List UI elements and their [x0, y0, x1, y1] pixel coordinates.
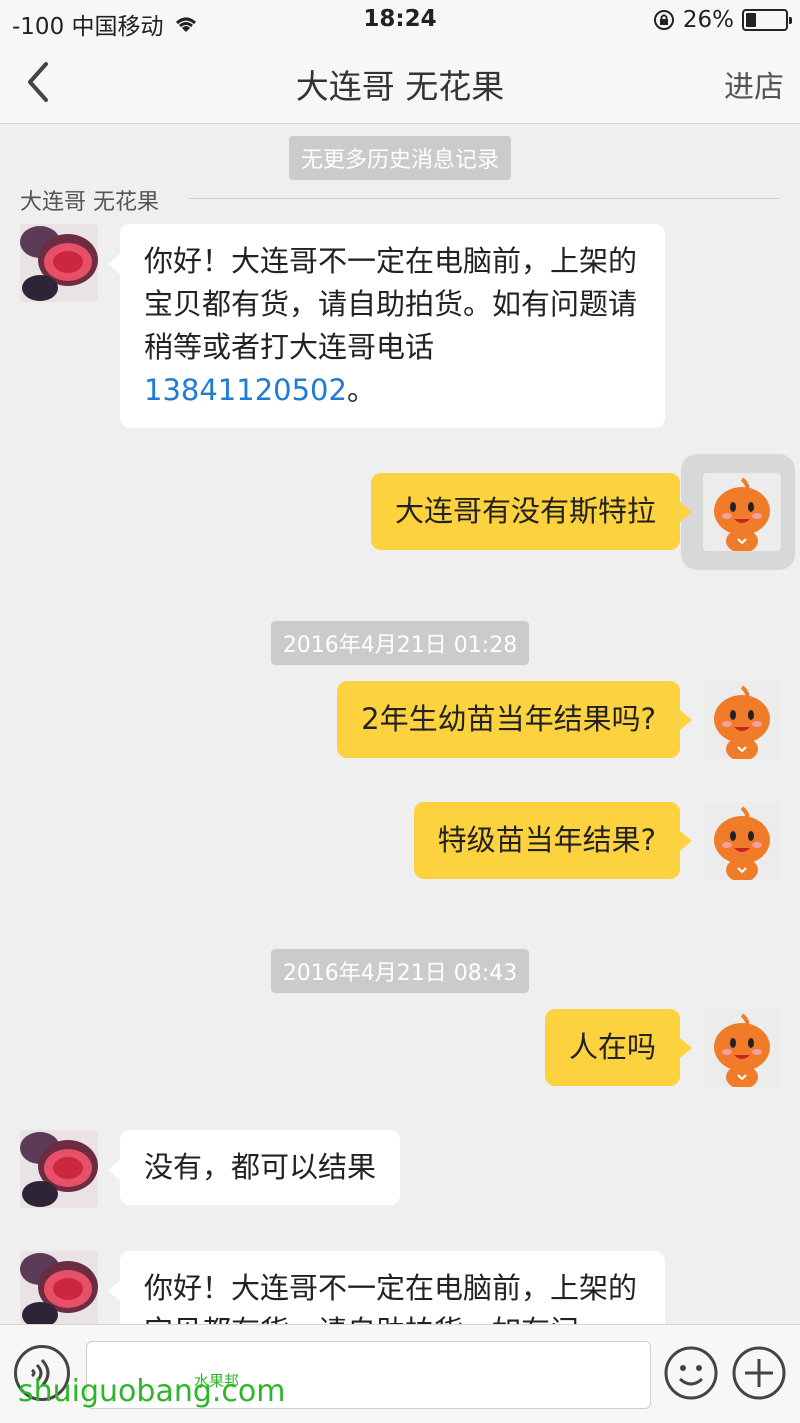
emoji-icon[interactable] — [663, 1345, 719, 1401]
message-text: 特级苗当年结果? — [437, 823, 656, 857]
nav-bar: 大连哥 无花果 进店 — [0, 40, 800, 124]
phone-link[interactable]: 13841120502 — [144, 373, 347, 407]
sender-divider: 大连哥 无花果 — [20, 184, 780, 215]
seller-avatar[interactable] — [20, 1251, 98, 1324]
status-right: 26% — [653, 7, 792, 33]
battery-icon — [742, 9, 792, 31]
outgoing-message-bubble[interactable]: 特级苗当年结果? — [413, 802, 693, 879]
message-text: 2年生幼苗当年结果吗? — [361, 702, 656, 736]
history-notice-label: 无更多历史消息记录 — [288, 136, 511, 180]
timestamp-label: 2016年4月21日 08:43 — [270, 949, 530, 993]
message-text: 人在吗 — [568, 1030, 656, 1064]
plus-icon[interactable] — [731, 1345, 787, 1401]
fig-fruit-icon — [20, 1130, 98, 1208]
outgoing-message-bubble[interactable]: 人在吗 — [544, 1009, 693, 1086]
seller-avatar[interactable] — [20, 224, 98, 302]
outgoing-message-bubble[interactable]: 大连哥有没有斯特拉 — [370, 473, 693, 550]
user-avatar[interactable] — [703, 473, 781, 551]
timestamp: 2016年4月21日 01:28 — [0, 621, 800, 665]
incoming-message-bubble[interactable]: 你好！大连哥不一定在电脑前，上架的宝贝都有货，请自助拍货。如有问题请稍等或者打大… — [108, 224, 665, 428]
mascot-icon — [703, 1009, 781, 1087]
watermark-sub: 水果邦 — [194, 1372, 240, 1390]
mascot-icon — [703, 473, 781, 551]
message-text: 大连哥有没有斯特拉 — [394, 494, 656, 528]
watermark: shuiguobang.com — [18, 1374, 286, 1409]
timestamp: 2016年4月21日 08:43 — [0, 949, 800, 993]
status-bar: -100 中国移动 18:24 26% — [0, 0, 800, 40]
battery-percent: 26% — [682, 7, 734, 33]
sender-name: 大连哥 无花果 — [20, 190, 181, 215]
user-avatar[interactable] — [703, 681, 781, 759]
fig-fruit-icon — [20, 1251, 98, 1324]
mascot-icon — [703, 681, 781, 759]
incoming-message-bubble[interactable]: 没有，都可以结果 — [107, 1130, 401, 1205]
user-avatar[interactable] — [703, 1009, 781, 1087]
message-text: 没有，都可以结果 — [144, 1150, 377, 1184]
page-title: 大连哥 无花果 — [295, 67, 505, 106]
fig-fruit-icon — [20, 224, 98, 302]
seller-avatar[interactable] — [20, 1130, 98, 1208]
chat-area[interactable]: 无更多历史消息记录 大连哥 无花果 你好！大连哥不一定在电脑前，上架的宝贝都有货… — [0, 124, 800, 1324]
mascot-icon — [703, 802, 781, 880]
timestamp-label: 2016年4月21日 01:28 — [270, 621, 530, 665]
message-text: 你好！大连哥不一定在电脑前，上架的宝贝都有货，请自助拍货。如有问题请稍等或者打大… — [144, 244, 638, 364]
history-notice: 无更多历史消息记录 — [0, 136, 800, 180]
divider-line — [188, 198, 780, 199]
user-avatar[interactable] — [703, 802, 781, 880]
battery-level — [746, 13, 756, 27]
rotation-lock-icon — [653, 10, 674, 30]
outgoing-message-bubble[interactable]: 2年生幼苗当年结果吗? — [337, 681, 692, 758]
incoming-message-bubble[interactable]: 你好！大连哥不一定在电脑前，上架的宝贝都有货，请自助拍货。如有问 — [108, 1251, 665, 1324]
message-text-end: 。 — [346, 373, 376, 407]
enter-shop-button[interactable]: 进店 — [724, 62, 784, 106]
message-text: 你好！大连哥不一定在电脑前，上架的宝贝都有货，请自助拍货。如有问 — [144, 1271, 638, 1324]
